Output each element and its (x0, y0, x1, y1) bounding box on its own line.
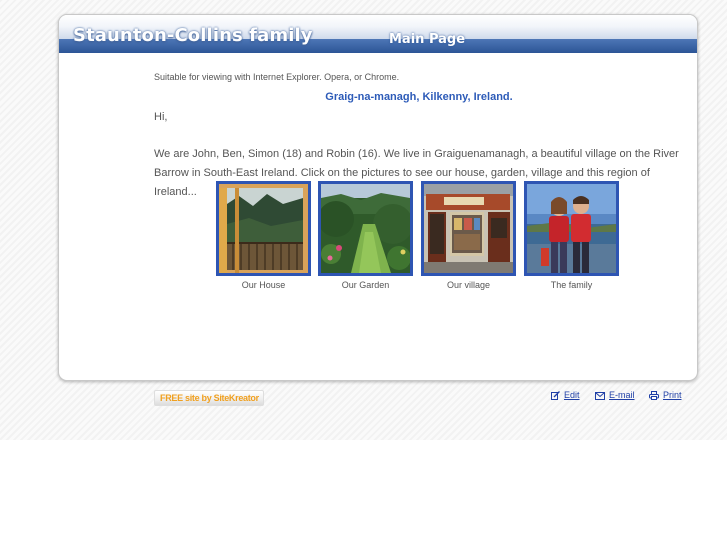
gallery-item-family: The family (524, 181, 620, 290)
edit-link-label: Edit (564, 390, 580, 400)
gallery-caption: Our village (446, 280, 491, 290)
email-link-label: E-mail (609, 390, 635, 400)
family-photo-icon (527, 184, 616, 273)
printer-icon (649, 391, 659, 400)
village-photo-link[interactable] (421, 181, 516, 276)
gallery-caption: The family (550, 280, 593, 290)
header-bar: Staunton-Collins family Main Page (59, 15, 697, 53)
edit-link[interactable]: Edit (551, 390, 580, 400)
greeting-text: Hi, (154, 111, 168, 123)
gallery-item-house: Our House (216, 181, 312, 290)
browser-note: Suitable for viewing with Internet Explo… (154, 72, 400, 82)
family-photo-link[interactable] (524, 181, 619, 276)
sitekreator-badge[interactable]: FREE site by SiteKreator (154, 390, 264, 406)
house-photo-icon (219, 184, 308, 273)
envelope-icon (595, 392, 605, 400)
print-link-label: Print (663, 390, 682, 400)
gallery-item-garden: Our Garden (318, 181, 414, 290)
email-link[interactable]: E-mail (595, 390, 635, 400)
gallery-caption: Our Garden (341, 280, 390, 290)
main-card: Staunton-Collins family Main Page Suitab… (58, 14, 698, 381)
garden-photo-link[interactable] (318, 181, 413, 276)
gallery-item-village: Our village (421, 181, 517, 290)
house-photo-link[interactable] (216, 181, 311, 276)
page-title: Main Page (389, 32, 466, 47)
gallery-caption: Our House (241, 280, 286, 290)
edit-icon (551, 391, 560, 400)
location-heading: Graig-na-managh, Kilkenny, Ireland. (325, 91, 513, 103)
site-title: Staunton-Collins family (73, 25, 313, 46)
garden-photo-icon (321, 184, 410, 273)
village-photo-icon (424, 184, 513, 273)
print-link[interactable]: Print (649, 390, 682, 400)
